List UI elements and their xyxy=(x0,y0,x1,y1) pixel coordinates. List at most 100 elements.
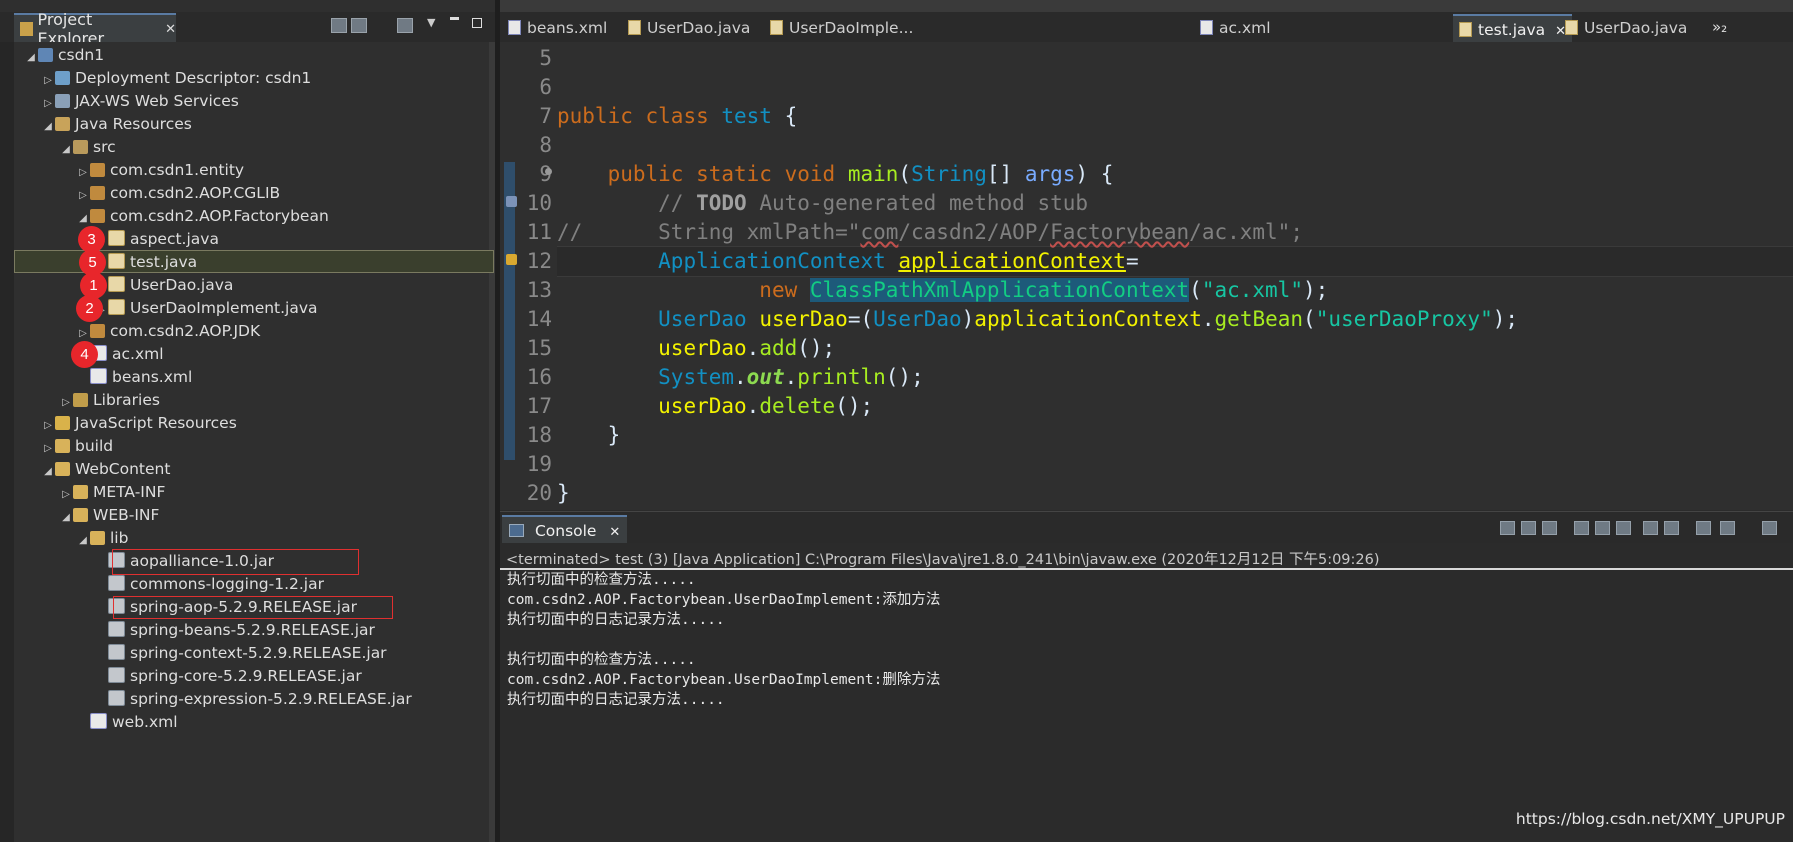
show-console-on-stdout-icon[interactable] xyxy=(1643,521,1658,535)
tree-item[interactable]: spring-core-5.2.9.RELEASE.jar xyxy=(94,665,362,687)
jar-icon xyxy=(108,575,125,591)
editor-tab[interactable]: UserDao.java xyxy=(1565,14,1687,42)
minimize-icon[interactable] xyxy=(450,17,459,20)
code-line[interactable]: public class test { xyxy=(557,102,797,131)
tree-item[interactable]: ◢ src xyxy=(59,136,116,158)
tree-item[interactable]: ▷ Libraries xyxy=(59,389,160,411)
collapsed-arrow-icon[interactable]: ▷ xyxy=(59,392,73,414)
code-line[interactable]: } xyxy=(557,479,570,508)
code-line[interactable]: public static void main(String[] args) { xyxy=(557,160,1114,189)
tree-item[interactable]: commons-logging-1.2.jar xyxy=(94,573,324,595)
collapsed-arrow-icon[interactable]: ▷ xyxy=(76,185,90,207)
link-with-editor-icon[interactable] xyxy=(351,18,367,33)
tab-console[interactable]: Console ✕ xyxy=(502,515,628,545)
tree-item[interactable]: ◢ WEB-INF xyxy=(59,504,159,526)
tab-overflow-indicator[interactable]: »₂ xyxy=(1712,18,1727,36)
show-console-on-stderr-icon[interactable] xyxy=(1664,521,1679,535)
java-file-icon xyxy=(628,20,641,35)
word-wrap-icon[interactable] xyxy=(1616,521,1631,535)
tree-item[interactable]: ◢ Java Resources xyxy=(41,113,192,135)
tree-item[interactable]: UserDao.java xyxy=(94,274,233,296)
java-file-icon xyxy=(108,299,125,315)
tree-item[interactable]: beans.xml xyxy=(76,366,192,388)
line-number: 15 xyxy=(526,336,552,360)
code-token: (); xyxy=(885,365,924,389)
tree-item-label: WEB-INF xyxy=(93,506,160,524)
tree-item[interactable]: ▷test.java xyxy=(94,251,197,273)
tree-item[interactable]: ▷ com.csdn1.entity xyxy=(76,159,244,181)
tree-item[interactable]: ▷aspect.java xyxy=(94,228,219,250)
code-token: "userDaoProxy" xyxy=(1315,307,1493,331)
collapsed-arrow-icon[interactable]: ▷ xyxy=(41,438,55,460)
tree-item[interactable]: ▷ com.csdn2.AOP.JDK xyxy=(76,320,260,342)
collapsed-arrow-icon[interactable]: ▷ xyxy=(59,484,73,506)
filter-icon[interactable] xyxy=(397,18,413,33)
code-line[interactable]: new ClassPathXmlApplicationContext("ac.x… xyxy=(557,276,1328,305)
tree-item[interactable]: ▷ META-INF xyxy=(59,481,165,503)
code-token: ) { xyxy=(1075,162,1114,186)
editor-tab[interactable]: UserDaoImple... xyxy=(770,14,913,42)
code-line[interactable]: // String xmlPath="com/casdn2/AOP/Factor… xyxy=(557,218,1303,247)
expanded-arrow-icon[interactable]: ◢ xyxy=(24,47,38,69)
fold-marker-icon[interactable] xyxy=(545,168,552,175)
expanded-arrow-icon[interactable]: ◢ xyxy=(59,139,73,161)
code-line[interactable]: ApplicationContext applicationContext= xyxy=(557,247,1138,276)
tree-item[interactable]: ◢ com.csdn2.AOP.Factorybean xyxy=(76,205,329,227)
tree-item[interactable]: ◢ csdn1 xyxy=(24,44,104,66)
code-token: public xyxy=(607,162,697,186)
tree-item[interactable]: spring-beans-5.2.9.RELEASE.jar xyxy=(94,619,375,641)
remove-launch-icon[interactable] xyxy=(1521,521,1536,535)
code-token: ) xyxy=(961,307,975,331)
remove-all-terminated-icon[interactable] xyxy=(1542,521,1557,535)
tree-item-label: spring-core-5.2.9.RELEASE.jar xyxy=(130,667,362,685)
expanded-arrow-icon[interactable]: ◢ xyxy=(76,530,90,552)
tree-item[interactable]: ▷ Deployment Descriptor: csdn1 xyxy=(41,67,311,89)
collapsed-arrow-icon[interactable]: ▷ xyxy=(41,70,55,92)
editor-tab[interactable]: test.java ✕ xyxy=(1453,14,1573,44)
editor-tab[interactable]: ac.xml xyxy=(1200,14,1271,42)
tree-item[interactable]: ▷UserDaoImplement.java xyxy=(94,297,318,319)
close-icon[interactable]: ✕ xyxy=(609,525,620,540)
code-token: static xyxy=(696,162,785,186)
tree-item[interactable]: ▷ build xyxy=(41,435,113,457)
code-token: ); xyxy=(1302,278,1329,302)
code-line[interactable]: } xyxy=(557,421,621,450)
code-line[interactable]: UserDao userDao=(UserDao)applicationCont… xyxy=(557,305,1518,334)
tree-item[interactable]: ◢ WebContent xyxy=(41,458,170,480)
java-file-icon xyxy=(108,253,125,269)
expanded-arrow-icon[interactable]: ◢ xyxy=(41,116,55,138)
tree-item-label: web.xml xyxy=(112,713,178,731)
tree-item[interactable]: web.xml xyxy=(76,711,178,733)
close-icon[interactable]: ✕ xyxy=(165,22,176,37)
expanded-arrow-icon[interactable]: ◢ xyxy=(41,461,55,483)
view-menu-icon[interactable]: ▼ xyxy=(427,16,435,29)
tree-item[interactable]: ◢ lib xyxy=(76,527,128,549)
terminate-icon[interactable] xyxy=(1500,521,1515,535)
collapsed-arrow-icon[interactable]: ▷ xyxy=(41,93,55,115)
editor-tab[interactable]: beans.xml xyxy=(508,14,607,42)
display-selected-console-icon[interactable] xyxy=(1720,521,1735,535)
tree-item[interactable]: spring-expression-5.2.9.RELEASE.jar xyxy=(94,688,412,710)
code-line[interactable]: System.out.println(); xyxy=(557,363,924,392)
code-line[interactable]: userDao.add(); xyxy=(557,334,835,363)
maximize-icon[interactable] xyxy=(472,18,482,28)
editor-tab[interactable]: UserDao.java xyxy=(628,14,750,42)
tree-item[interactable]: ▷ com.csdn2.AOP.CGLIB xyxy=(76,182,280,204)
scroll-lock-icon[interactable] xyxy=(1595,521,1610,535)
code-line[interactable]: // TODO Auto-generated method stub xyxy=(557,189,1088,218)
open-console-icon[interactable] xyxy=(1762,521,1777,535)
collapse-all-icon[interactable] xyxy=(331,18,347,33)
tree-item-label: ac.xml xyxy=(112,345,164,363)
collapsed-arrow-icon[interactable]: ▷ xyxy=(76,162,90,184)
pin-console-icon[interactable] xyxy=(1696,521,1711,535)
code-line[interactable]: userDao.delete(); xyxy=(557,392,873,421)
tree-item[interactable]: ▷ JAX-WS Web Services xyxy=(41,90,239,112)
clear-console-icon[interactable] xyxy=(1574,521,1589,535)
tree-item[interactable]: spring-context-5.2.9.RELEASE.jar xyxy=(94,642,387,664)
tree-item[interactable]: ▷ JavaScript Resources xyxy=(41,412,237,434)
code-token: ); xyxy=(1492,307,1519,331)
collapsed-arrow-icon[interactable]: ▷ xyxy=(41,415,55,437)
tree-item-label: spring-context-5.2.9.RELEASE.jar xyxy=(130,644,387,662)
tab-project-explorer[interactable]: Project Explorer ✕ xyxy=(14,10,176,48)
expanded-arrow-icon[interactable]: ◢ xyxy=(59,507,73,529)
